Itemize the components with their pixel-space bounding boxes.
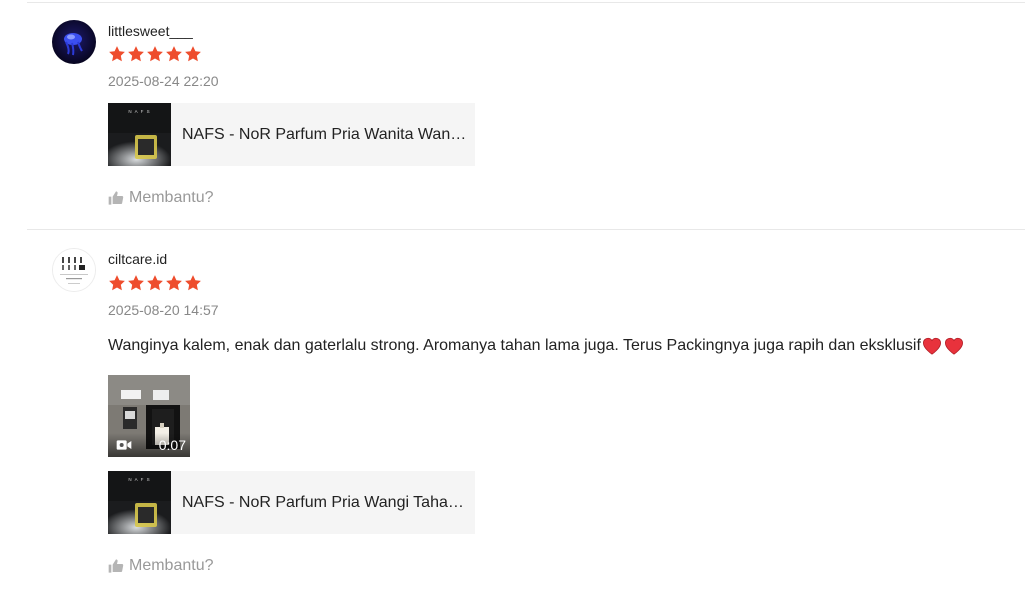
review-username[interactable]: ciltcare.id xyxy=(108,251,167,267)
product-thumbnail-icon: N A F S xyxy=(108,103,171,166)
star-icon xyxy=(185,275,201,291)
star-icon xyxy=(109,46,125,62)
star-icon xyxy=(166,275,182,291)
product-thumbnail-icon: N A F S xyxy=(108,471,171,534)
user-avatar[interactable] xyxy=(52,20,96,64)
helpful-button[interactable]: Membantu? xyxy=(108,557,214,575)
star-icon xyxy=(166,46,182,62)
star-icon xyxy=(128,275,144,291)
product-name: NAFS - NoR Parfum Pria Wangi Tahan Lama … xyxy=(182,493,467,511)
star-icon xyxy=(147,46,163,62)
review-date: 2025-08-20 14:57 xyxy=(108,302,219,318)
svg-text:N A F S: N A F S xyxy=(128,109,150,114)
star-icon xyxy=(147,275,163,291)
video-duration: 0:07 xyxy=(158,437,186,453)
helpful-button[interactable]: Membantu? xyxy=(108,189,214,207)
star-icon xyxy=(185,46,201,62)
thumbs-up-icon xyxy=(108,559,124,573)
rating-stars xyxy=(108,45,202,63)
helpful-label: Membantu? xyxy=(129,557,214,574)
helpful-label: Membantu? xyxy=(129,189,214,206)
product-link[interactable]: N A F S NAFS - NoR Parfum Pria Wanita Wa… xyxy=(108,103,475,166)
review-date: 2025-08-24 22:20 xyxy=(108,73,219,89)
review-divider xyxy=(27,229,1025,230)
rating-stars xyxy=(108,274,202,292)
review-divider xyxy=(27,2,1025,3)
user-avatar[interactable] xyxy=(52,248,96,292)
ciltcare-logo-avatar-icon xyxy=(53,249,95,291)
review-username[interactable]: littlesweet___ xyxy=(108,23,193,39)
star-icon xyxy=(128,46,144,62)
star-icon xyxy=(109,275,125,291)
review-comment-text: Wanginya kalem, enak dan gaterlalu stron… xyxy=(108,337,921,354)
heart-emoji-icon xyxy=(922,337,941,355)
blue-jellyfish-avatar-icon xyxy=(52,20,96,64)
review-video[interactable]: 0:07 xyxy=(108,375,190,457)
heart-emoji-icon xyxy=(944,337,963,355)
video-overlay: 0:07 xyxy=(108,433,190,457)
review-comment: Wanginya kalem, enak dan gaterlalu stron… xyxy=(108,337,964,355)
thumbs-up-icon xyxy=(108,191,124,205)
video-camera-icon xyxy=(116,440,132,450)
product-link[interactable]: N A F S NAFS - NoR Parfum Pria Wangi Tah… xyxy=(108,471,475,534)
svg-text:N A F S: N A F S xyxy=(128,477,150,482)
product-name: NAFS - NoR Parfum Pria Wanita Wangi Taha… xyxy=(182,125,467,143)
